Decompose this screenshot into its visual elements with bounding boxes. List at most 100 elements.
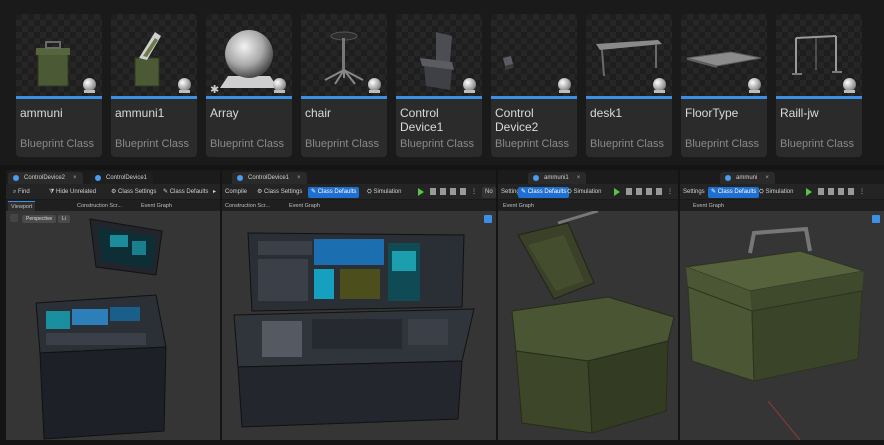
tab-ammuni[interactable]: ammuni × xyxy=(720,172,775,184)
asset-thumbnail xyxy=(681,14,767,96)
toolbar: Compile ⚙ Class Settings ✎ Class Default… xyxy=(222,184,496,200)
tab-construction-script[interactable]: Construction Scr... xyxy=(74,201,125,211)
asset-thumbnail xyxy=(16,14,102,96)
tab-viewport[interactable]: Viewport xyxy=(8,201,36,211)
blueprint-editor-control-device1: ControlDevice1 × Compile ⚙ Class Settings… xyxy=(222,170,496,440)
viewport[interactable]: Perspective Li xyxy=(6,211,220,440)
viewport[interactable] xyxy=(222,211,496,440)
asset-tile-desk1[interactable]: desk1 Blueprint Class xyxy=(586,14,672,157)
tab-control-device2[interactable]: ControlDevice2 × xyxy=(8,172,83,184)
asset-ball-icon xyxy=(558,78,571,93)
asset-ball-icon xyxy=(368,78,381,93)
step-icon[interactable] xyxy=(430,188,436,195)
blueprint-icon xyxy=(13,175,19,181)
stop-icon[interactable] xyxy=(838,188,844,195)
toolbar: Settings ✎ Class Defaults ⛭ Simulation ⋮ xyxy=(680,184,884,200)
tab-label: ControlDevice1 xyxy=(106,175,148,181)
class-defaults-button[interactable]: ✎ Class Defaults xyxy=(708,187,760,198)
tab-event-graph[interactable]: Event Graph xyxy=(500,201,537,211)
tab-event-graph[interactable]: Event Graph xyxy=(138,201,175,211)
gear-icon: ⚙ xyxy=(257,189,265,195)
asset-type-bar xyxy=(681,96,767,99)
asset-name: FloorType xyxy=(685,106,739,120)
tab-control-device1[interactable]: ControlDevice1 × xyxy=(232,172,307,184)
more-options-icon[interactable]: ⋮ xyxy=(468,187,480,198)
asset-type-bar xyxy=(776,96,862,99)
step-icon[interactable] xyxy=(626,188,632,195)
simulation-button[interactable]: ⛭ Simulation xyxy=(364,187,404,198)
pause-icon[interactable] xyxy=(828,188,834,195)
asset-type: Blueprint Class xyxy=(590,138,664,150)
blueprint-icon xyxy=(95,175,101,181)
close-icon[interactable]: × xyxy=(73,175,77,181)
tab-control-device1[interactable]: ControlDevice1 xyxy=(90,172,154,184)
tab-event-graph[interactable]: Event Graph xyxy=(286,201,323,211)
asset-type-bar xyxy=(206,96,292,99)
tab-label: ControlDevice2 xyxy=(24,175,66,181)
tab-event-graph[interactable]: Event Graph xyxy=(690,201,727,211)
eject-icon[interactable] xyxy=(460,188,466,195)
tab-label: ammuni xyxy=(736,175,758,181)
asset-type: Blueprint Class xyxy=(305,138,379,150)
compile-button[interactable]: Compile xyxy=(222,187,250,198)
play-icon[interactable] xyxy=(418,188,424,196)
ammo-box-preview xyxy=(685,226,865,440)
close-icon[interactable]: × xyxy=(577,175,581,181)
asset-type-bar xyxy=(586,96,672,99)
play-icon[interactable] xyxy=(614,188,620,196)
more-options-icon[interactable]: ⋮ xyxy=(856,187,868,198)
asset-type: Blueprint Class xyxy=(495,138,569,150)
step-icon[interactable] xyxy=(818,188,824,195)
close-icon[interactable]: × xyxy=(297,175,301,181)
play-icon[interactable] xyxy=(806,188,812,196)
debug-filter-dropdown[interactable]: No xyxy=(482,187,496,198)
asset-tile-ammuni[interactable]: ammuni Blueprint Class xyxy=(16,14,102,157)
asset-tile-array[interactable]: ✱ Array Blueprint Class xyxy=(206,14,292,157)
tab-bar: ControlDevice1 × xyxy=(222,170,496,184)
tab-construction-script[interactable]: Construction Scr... xyxy=(222,201,273,211)
asset-tile-raill-jw[interactable]: Raill-jw Blueprint Class xyxy=(776,14,862,157)
tab-label: ammuni1 xyxy=(544,175,569,181)
asset-thumbnail xyxy=(301,14,387,96)
pencil-icon: ✎ xyxy=(521,189,528,195)
asset-type-bar xyxy=(111,96,197,99)
asset-ball-icon xyxy=(748,78,761,93)
asset-name: ammuni xyxy=(20,106,63,120)
simulation-button[interactable]: ⛭ Simulation xyxy=(564,187,604,198)
class-settings-button[interactable]: ⚙ Class Settings xyxy=(254,187,305,198)
simulation-button[interactable]: ⛭ Simulation xyxy=(756,187,796,198)
content-browser: ammuni Blueprint Class ammuni1 Blueprint… xyxy=(0,0,884,165)
class-defaults-button[interactable]: ✎ Class Defaults xyxy=(160,187,211,198)
asset-tile-floortype[interactable]: FloorType Blueprint Class xyxy=(681,14,767,157)
class-defaults-button[interactable]: ✎ Class Defaults xyxy=(308,187,360,198)
viewport[interactable] xyxy=(498,211,678,440)
asset-ball-icon xyxy=(653,78,666,93)
class-settings-button[interactable]: ⚙ Class Settings xyxy=(108,187,159,198)
tab-ammuni1[interactable]: ammuni1 × xyxy=(528,172,587,184)
blueprint-icon xyxy=(533,175,539,181)
eject-icon[interactable] xyxy=(848,188,854,195)
viewport[interactable] xyxy=(680,211,884,440)
asset-tile-control-device1[interactable]: Control Device1 Blueprint Class xyxy=(396,14,482,157)
eject-icon[interactable] xyxy=(656,188,662,195)
asset-tile-ammuni1[interactable]: ammuni1 Blueprint Class xyxy=(111,14,197,157)
pause-icon[interactable] xyxy=(636,188,642,195)
blueprint-icon xyxy=(237,175,243,181)
class-defaults-button[interactable]: ✎ Class Defaults xyxy=(518,187,570,198)
close-icon[interactable]: × xyxy=(765,175,769,181)
find-button[interactable]: ⌕ Find xyxy=(10,187,33,198)
stop-icon[interactable] xyxy=(646,188,652,195)
stop-icon[interactable] xyxy=(450,188,456,195)
asset-ball-icon xyxy=(83,78,96,93)
filter-icon: ⧩ xyxy=(49,189,57,195)
control-device-preview xyxy=(35,218,167,440)
more-options-icon[interactable]: ⋮ xyxy=(664,187,676,198)
asset-tile-chair[interactable]: chair Blueprint Class xyxy=(301,14,387,157)
asset-name: Control Device1 xyxy=(400,106,444,134)
hide-unrelated-button[interactable]: ⧩ Hide Unrelated xyxy=(46,187,99,198)
more-arrow-icon[interactable]: ▸ xyxy=(210,187,219,198)
pause-icon[interactable] xyxy=(440,188,446,195)
class-settings-button[interactable]: Settings xyxy=(680,187,708,198)
asset-tile-control-device2[interactable]: Control Device2 Blueprint Class xyxy=(491,14,577,157)
asset-name: ammuni1 xyxy=(115,106,165,120)
